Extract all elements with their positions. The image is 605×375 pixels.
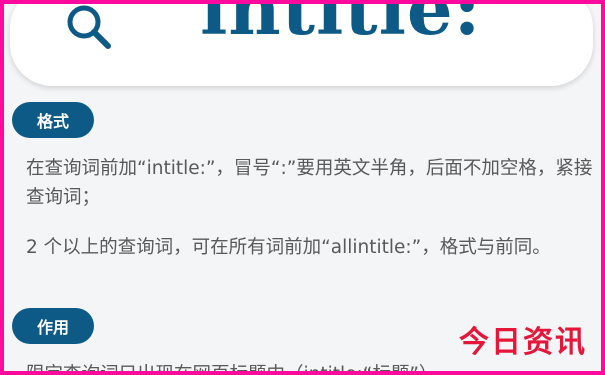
format-paragraph-1: 在查询词前加“intitle:”，冒号“:”要用英文半角，后面不加空格，紧接查询… [26,158,593,208]
usage-badge: 作用 [12,308,94,344]
search-bar[interactable]: intitle: [10,0,593,86]
screenshot-frame: intitle: 格式 在查询词前加“intitle:”，冒号“:”要用英文半角… [0,0,605,375]
search-keyword: intitle: [200,0,482,51]
usage-paragraph: 限定查询词只出现在网页标题中（intitle:“标题”）。 [26,364,447,375]
watermark: 今日资讯 [459,325,587,360]
format-paragraph-2: 2 个以上的查询词，可在所有词前加“allintitle:”，格式与前同。 [26,237,551,258]
search-icon[interactable] [62,0,114,52]
format-badge: 格式 [12,102,94,138]
